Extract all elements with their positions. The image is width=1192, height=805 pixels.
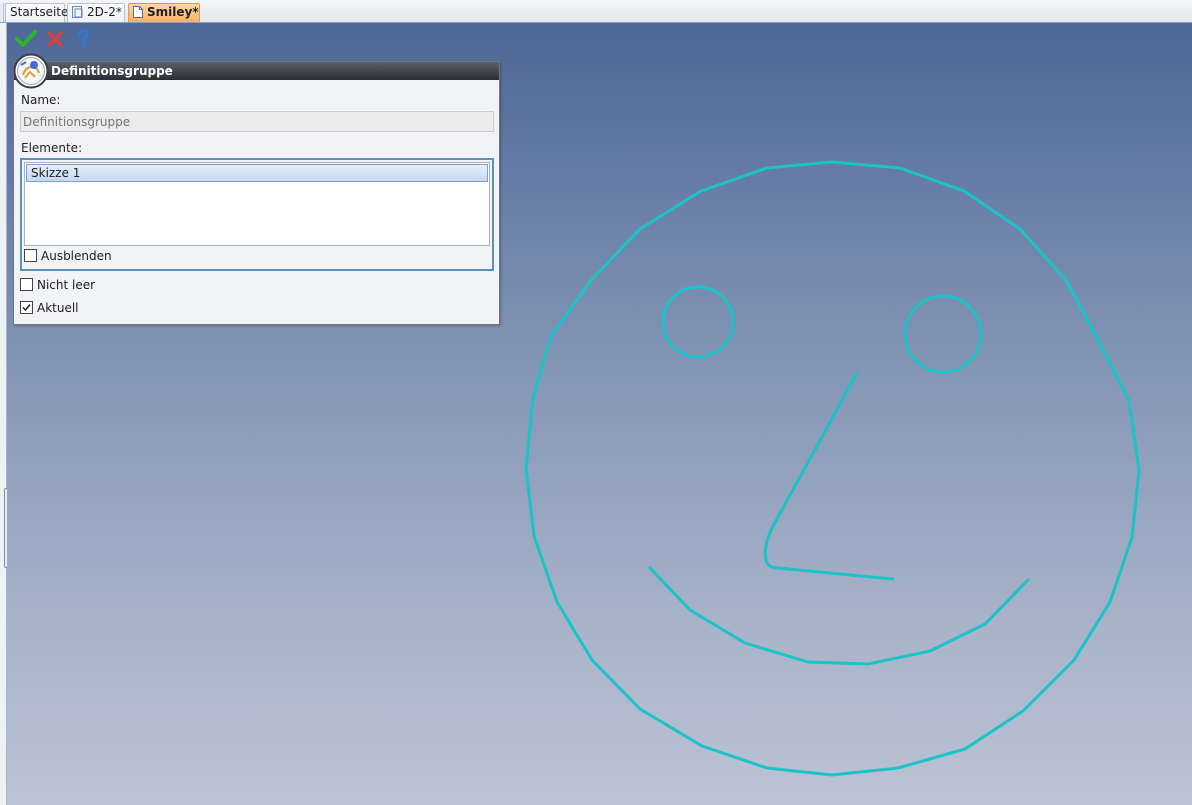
help-icon (72, 28, 94, 50)
tab-smiley[interactable]: Smiley* (128, 3, 200, 22)
tab-strip-scroll-left[interactable] (0, 3, 4, 22)
list-item[interactable]: Skizze 1 (26, 164, 488, 182)
tab-startseite[interactable]: Startseite (5, 3, 69, 22)
help-button[interactable] (72, 28, 94, 50)
elements-group: Skizze 1 Ausblenden (20, 158, 494, 271)
side-panel-collapsed-edge (0, 23, 7, 805)
tab-label: Smiley* (147, 5, 199, 19)
tab-label: Startseite (10, 5, 69, 19)
not-empty-checkbox[interactable]: Nicht leer (20, 278, 95, 294)
smiley-right-eye[interactable] (903, 294, 983, 374)
definition-group-icon (13, 53, 49, 89)
smiley-face-outline[interactable] (524, 160, 1141, 777)
current-label: Aktuell (37, 301, 79, 315)
checkmark-icon (22, 304, 31, 312)
smiley-mouth[interactable] (648, 566, 1030, 666)
confirm-button[interactable] (15, 28, 37, 50)
document-tab-strip: Startseite 2D-2* Smiley* (0, 0, 1192, 23)
current-checkbox[interactable]: Aktuell (20, 301, 79, 317)
checkbox-box (20, 278, 33, 291)
elements-list[interactable]: Skizze 1 (24, 162, 490, 246)
checkbox-box (24, 249, 37, 262)
hide-checkbox[interactable]: Ausblenden (24, 249, 112, 265)
name-label: Name: (21, 93, 61, 107)
name-input[interactable] (20, 111, 494, 132)
panel-title: Definitionsgruppe (14, 62, 499, 80)
checkmark-icon (15, 28, 37, 50)
smiley-left-eye[interactable] (661, 285, 735, 359)
tab-2d-2[interactable]: 2D-2* (67, 3, 125, 22)
definition-group-panel: Definitionsgruppe Name: Elemente: Skizze… (13, 61, 500, 325)
not-empty-label: Nicht leer (37, 278, 96, 292)
cancel-button[interactable] (44, 28, 66, 50)
close-icon (44, 28, 66, 50)
smiley-nose[interactable] (763, 371, 895, 581)
sketch-doc-icon (71, 5, 84, 24)
document-icon (132, 5, 144, 24)
checkbox-box-checked (20, 301, 33, 314)
tab-label: 2D-2* (87, 5, 122, 19)
elements-label: Elemente: (21, 141, 83, 155)
hide-label: Ausblenden (41, 249, 112, 263)
